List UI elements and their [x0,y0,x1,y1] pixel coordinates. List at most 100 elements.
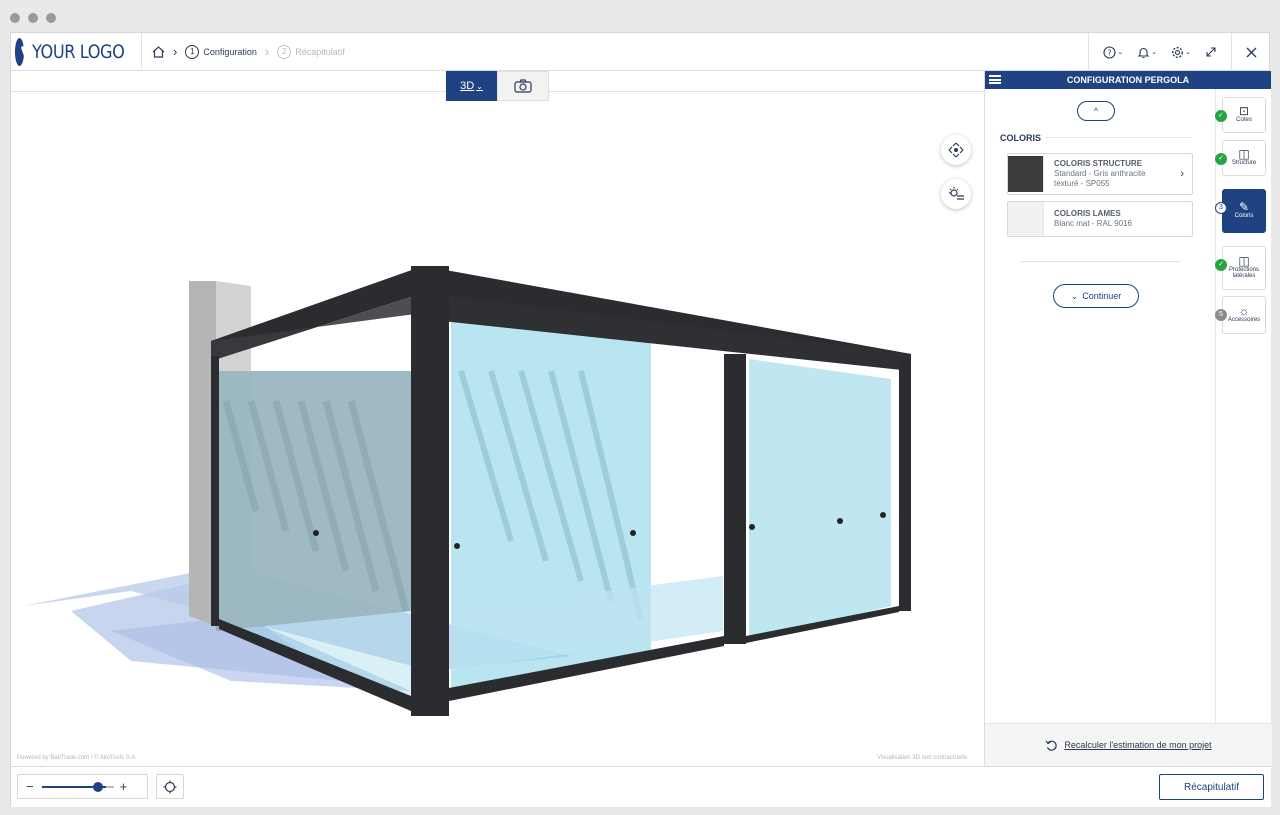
bell-icon[interactable]: ⌄ [1137,46,1157,59]
bottom-toolbar: − + Récapitulatif [11,766,1271,807]
refresh-icon [1045,740,1058,751]
chevron-down-icon: ⌄ [476,81,483,91]
slider-track-rest [105,785,114,788]
chevron-right-icon: › [1180,168,1184,180]
step-label: Accessoires [1227,316,1261,323]
check-icon: ✓ [1215,153,1227,165]
tab-3d[interactable]: 3D ⌄ [446,71,497,101]
sun-settings-icon [949,187,964,200]
recalculate-link[interactable]: Recalculer l'estimation de mon projet [985,723,1272,766]
recenter-button[interactable] [156,774,184,799]
reset-view-button[interactable] [941,135,971,165]
option-coloris-lames[interactable]: COLORIS LAMES Blanc mat - RAL 9016 [1007,201,1193,237]
recalculate-label: Recalculer l'estimation de mon projet [1064,740,1212,750]
step-label: Coloris [1234,212,1254,219]
3d-viewer[interactable]: 3D ⌄ Powered by BatiTrade.com / © AlloToo… [11,71,984,766]
chevron-down-icon: ⌄ [1070,290,1079,301]
logo[interactable]: YOUR LOGO [11,32,142,71]
step-cotes[interactable]: ✓ ⊡ Cotes [1215,97,1266,133]
lightbulb-icon: ☼ [1238,303,1250,318]
window-dot[interactable] [10,13,20,23]
lighting-button[interactable] [941,179,971,209]
crosshair-icon [163,780,177,793]
option-title: COLORIS STRUCTURE [1054,159,1142,168]
app-header: YOUR LOGO › 1 Configuration › 2 Récapitu… [11,32,1271,71]
rotate-3d-icon [948,142,964,158]
dimensions-icon: ⊡ [1238,103,1250,118]
step-structure[interactable]: ✓ ◫ Structure [1215,140,1266,176]
option-line: Standard - Gris anthracite [1054,169,1146,178]
step-number: 1 [185,44,200,59]
step-label: Cotes [1236,116,1252,123]
gear-icon[interactable]: ⌄ [1171,46,1191,59]
chevron-right-icon: › [264,44,270,59]
pergola-render[interactable] [11,71,984,766]
step-label: Structure [1231,159,1257,166]
app-window: YOUR LOGO › 1 Configuration › 2 Récapitu… [10,32,1272,807]
section-title: COLORIS [1000,133,1042,143]
option-text: COLORIS STRUCTURE Standard - Gris anthra… [1054,159,1146,189]
home-icon[interactable] [152,45,165,58]
tab-3d-label: 3D [460,80,475,92]
panel-title: CONFIGURATION PERGOLA [1066,75,1190,85]
hamburger-menu-icon[interactable] [989,75,1001,84]
header-tools: ? ⌄ ⌄ ⌄ [1088,33,1271,71]
step-coloris[interactable]: 3 ✎ Coloris [1215,189,1266,233]
logo-text: YOUR LOGO [32,40,125,63]
option-coloris-structure[interactable]: COLORIS STRUCTURE Standard - Gris anthra… [1007,153,1193,195]
step-label: Protections latérales [1228,266,1259,279]
window-controls [10,13,56,23]
divider [1021,261,1181,262]
step-badge: 3 [1215,202,1227,214]
window-dot[interactable] [46,13,56,23]
option-line: Blanc mat - RAL 9016 [1054,219,1132,228]
disclaimer-text: Visualisation 3D non contractuelle [877,755,968,761]
zoom-slider[interactable] [41,781,114,792]
color-swatch [1008,202,1044,236]
breadcrumb: › 1 Configuration › 2 Récapitulatif [142,44,345,59]
chevron-up-icon: ^ [1093,106,1099,116]
window-dot[interactable] [28,13,38,23]
panel-header: CONFIGURATION PERGOLA [985,71,1271,89]
check-icon: ✓ [1215,110,1227,122]
steps-navigation: ✓ ⊡ Cotes ✓ ◫ Structure 3 ✎ Coloris ✓ ◫ … [1215,89,1271,723]
step-protections-laterales[interactable]: ✓ ◫ Protections latérales [1215,246,1266,290]
step-label: Configuration [203,46,257,57]
expand-icon[interactable] [1205,46,1217,58]
check-icon: ✓ [1215,259,1227,271]
zoom-control: − + [17,774,148,799]
option-line: texturé - SP055 [1054,179,1110,188]
step-badge: 5 [1215,309,1227,321]
step-number: 2 [277,44,292,59]
zoom-in-button[interactable]: + [120,779,128,794]
chevron-right-icon: › [173,44,178,59]
step-label: Récapitulatif [295,46,345,57]
logo-icon [15,37,25,66]
step-accessoires[interactable]: 5 ☼ Accessoires [1215,296,1266,334]
powered-by-text: Powered by BatiTrade.com / © AlloTools S… [17,755,137,761]
zoom-out-button[interactable]: − [26,779,34,794]
continue-button[interactable]: ⌄ Continuer [1053,284,1139,308]
help-icon[interactable]: ? ⌄ [1103,45,1123,59]
panel-content: ^ COLORIS COLORIS STRUCTURE Standard - G… [985,89,1215,723]
tab-camera[interactable] [497,71,549,101]
collapse-up-button[interactable]: ^ [1077,101,1115,121]
configuration-panel: CONFIGURATION PERGOLA ^ COLORIS COLORIS … [984,71,1272,766]
slider-knob[interactable] [92,781,103,792]
structure-icon: ◫ [1238,146,1250,161]
recapitulatif-button[interactable]: Récapitulatif [1159,774,1264,800]
option-text: COLORIS LAMES Blanc mat - RAL 9016 [1054,209,1132,229]
continue-label: Continuer [1082,291,1122,301]
close-button[interactable] [1231,33,1271,71]
svg-text:?: ? [1108,48,1112,57]
divider [1045,137,1192,138]
close-icon [1246,47,1257,57]
breadcrumb-step-recapitulatif[interactable]: 2 Récapitulatif [277,44,345,59]
view-mode-tabs: 3D ⌄ [446,71,549,101]
breadcrumb-step-configuration[interactable]: 1 Configuration [185,44,257,59]
side-panel-icon: ◫ [1238,253,1250,268]
option-title: COLORIS LAMES [1054,209,1121,218]
color-swatch [1008,156,1044,192]
paint-icon: ✎ [1238,199,1250,214]
camera-icon [514,79,532,93]
